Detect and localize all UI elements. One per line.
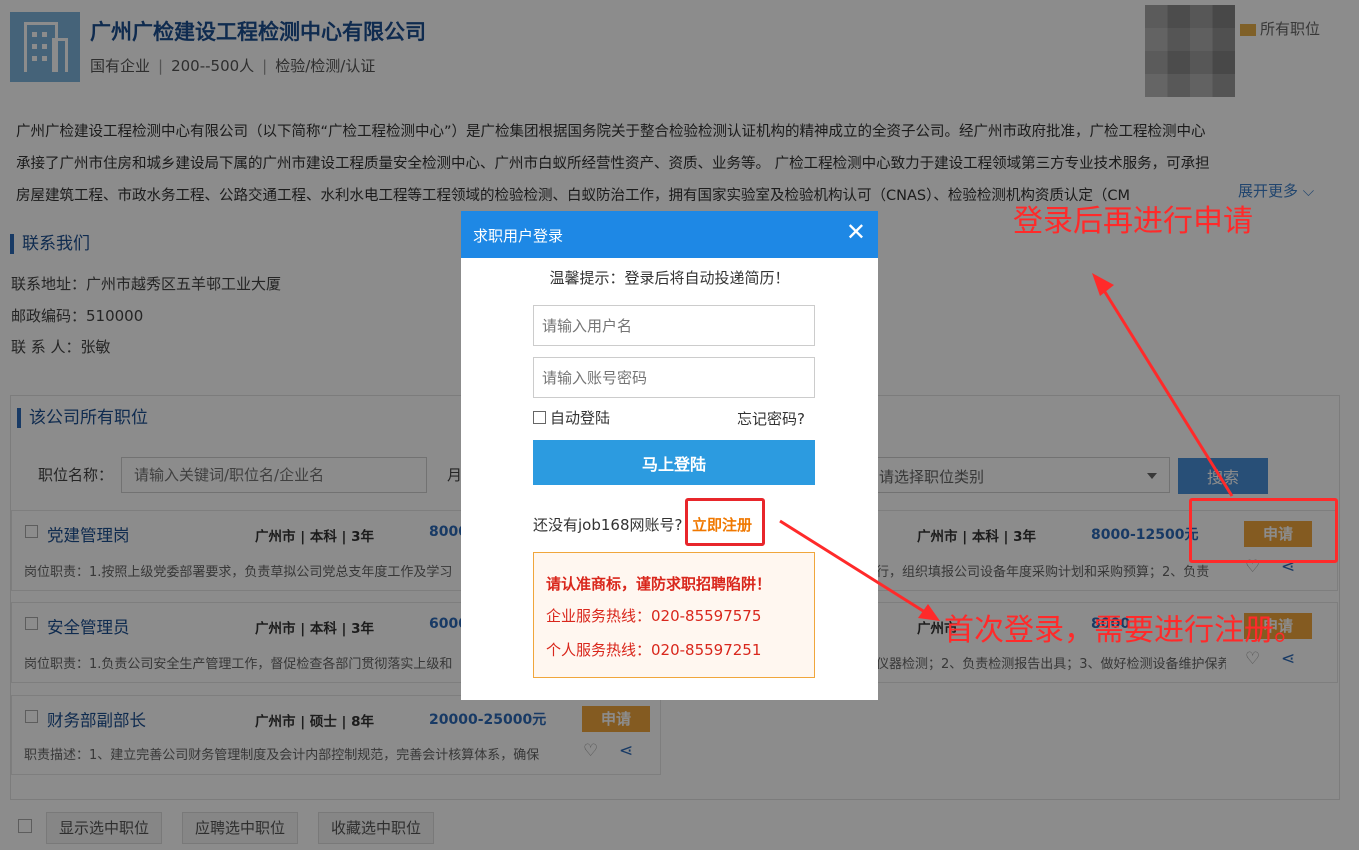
arrow-to-bottom bbox=[779, 519, 929, 616]
arrowhead-bottom bbox=[918, 604, 940, 621]
arrowhead-top bbox=[1092, 273, 1114, 296]
annotation-arrows bbox=[779, 273, 1234, 621]
arrow-to-top bbox=[1098, 283, 1234, 497]
